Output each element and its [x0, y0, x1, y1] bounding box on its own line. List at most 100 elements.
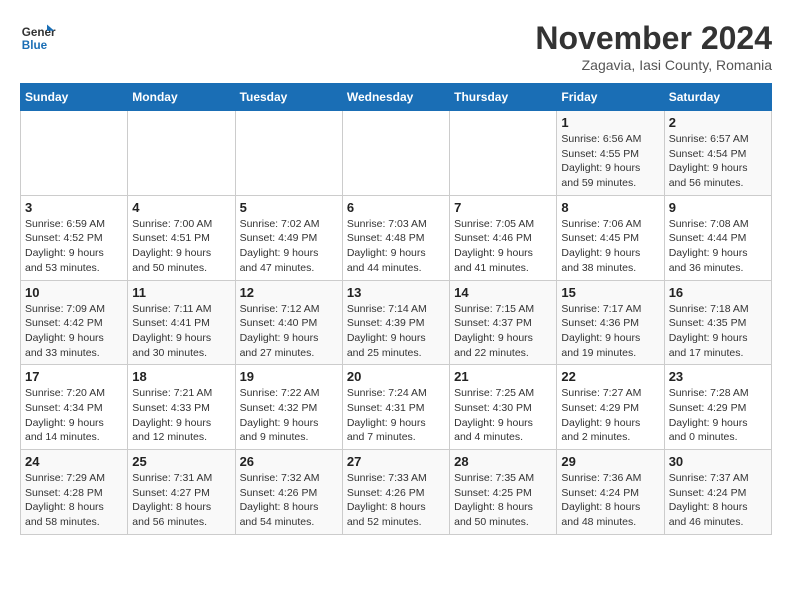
day-detail: Sunrise: 7:20 AM Sunset: 4:34 PM Dayligh…: [25, 386, 123, 445]
day-number: 15: [561, 285, 659, 300]
day-cell: 18Sunrise: 7:21 AM Sunset: 4:33 PM Dayli…: [128, 365, 235, 450]
day-detail: Sunrise: 7:36 AM Sunset: 4:24 PM Dayligh…: [561, 471, 659, 530]
header-tuesday: Tuesday: [235, 84, 342, 111]
day-number: 1: [561, 115, 659, 130]
day-number: 12: [240, 285, 338, 300]
day-detail: Sunrise: 7:09 AM Sunset: 4:42 PM Dayligh…: [25, 302, 123, 361]
day-number: 10: [25, 285, 123, 300]
day-cell: 30Sunrise: 7:37 AM Sunset: 4:24 PM Dayli…: [664, 450, 771, 535]
day-cell: 16 Sunrise: 7:18 AM Sunset: 4:35 PM Dayli…: [664, 280, 771, 365]
subtitle: Zagavia, Iasi County, Romania: [535, 57, 772, 73]
week-row-3: 10 Sunrise: 7:09 AM Sunset: 4:42 PM Dayli…: [21, 280, 772, 365]
header-monday: Monday: [128, 84, 235, 111]
header-thursday: Thursday: [450, 84, 557, 111]
day-cell: 20Sunrise: 7:24 AM Sunset: 4:31 PM Dayli…: [342, 365, 449, 450]
day-cell: 17 Sunrise: 7:20 AM Sunset: 4:34 PM Dayli…: [21, 365, 128, 450]
week-row-1: 1 Sunrise: 6:56 AM Sunset: 4:55 PM Daylig…: [21, 111, 772, 196]
day-cell: 25 Sunrise: 7:31 AM Sunset: 4:27 PM Dayli…: [128, 450, 235, 535]
day-cell: 19 Sunrise: 7:22 AM Sunset: 4:32 PM Dayli…: [235, 365, 342, 450]
day-number: 2: [669, 115, 767, 130]
week-row-2: 3Sunrise: 6:59 AM Sunset: 4:52 PM Daylig…: [21, 195, 772, 280]
day-number: 27: [347, 454, 445, 469]
header-sunday: Sunday: [21, 84, 128, 111]
day-detail: Sunrise: 7:24 AM Sunset: 4:31 PM Dayligh…: [347, 386, 445, 445]
day-number: 25: [132, 454, 230, 469]
day-detail: Sunrise: 7:17 AM Sunset: 4:36 PM Dayligh…: [561, 302, 659, 361]
day-cell: 12 Sunrise: 7:12 AM Sunset: 4:40 PM Dayli…: [235, 280, 342, 365]
day-number: 17: [25, 369, 123, 384]
day-number: 7: [454, 200, 552, 215]
day-detail: Sunrise: 7:31 AM Sunset: 4:27 PM Dayligh…: [132, 471, 230, 530]
day-cell: [235, 111, 342, 196]
day-cell: 2 Sunrise: 6:57 AM Sunset: 4:54 PM Daylig…: [664, 111, 771, 196]
header-saturday: Saturday: [664, 84, 771, 111]
day-detail: Sunrise: 7:03 AM Sunset: 4:48 PM Dayligh…: [347, 217, 445, 276]
day-cell: 9 Sunrise: 7:08 AM Sunset: 4:44 PM Daylig…: [664, 195, 771, 280]
day-number: 14: [454, 285, 552, 300]
day-detail: Sunrise: 7:11 AM Sunset: 4:41 PM Dayligh…: [132, 302, 230, 361]
day-cell: 5Sunrise: 7:02 AM Sunset: 4:49 PM Daylig…: [235, 195, 342, 280]
day-detail: Sunrise: 7:25 AM Sunset: 4:30 PM Dayligh…: [454, 386, 552, 445]
day-number: 22: [561, 369, 659, 384]
day-detail: Sunrise: 7:06 AM Sunset: 4:45 PM Dayligh…: [561, 217, 659, 276]
day-number: 29: [561, 454, 659, 469]
day-cell: 7 Sunrise: 7:05 AM Sunset: 4:46 PM Daylig…: [450, 195, 557, 280]
day-detail: Sunrise: 7:29 AM Sunset: 4:28 PM Dayligh…: [25, 471, 123, 530]
day-number: 4: [132, 200, 230, 215]
day-detail: Sunrise: 7:28 AM Sunset: 4:29 PM Dayligh…: [669, 386, 767, 445]
day-cell: [342, 111, 449, 196]
day-number: 28: [454, 454, 552, 469]
header: General Blue November 2024 Zagavia, Iasi…: [20, 20, 772, 73]
day-cell: [21, 111, 128, 196]
day-detail: Sunrise: 7:02 AM Sunset: 4:49 PM Dayligh…: [240, 217, 338, 276]
main-title: November 2024: [535, 20, 772, 57]
day-detail: Sunrise: 7:27 AM Sunset: 4:29 PM Dayligh…: [561, 386, 659, 445]
calendar-header: SundayMondayTuesdayWednesdayThursdayFrid…: [21, 84, 772, 111]
day-number: 26: [240, 454, 338, 469]
day-number: 13: [347, 285, 445, 300]
day-detail: Sunrise: 7:18 AM Sunset: 4:35 PM Dayligh…: [669, 302, 767, 361]
day-cell: 14 Sunrise: 7:15 AM Sunset: 4:37 PM Dayli…: [450, 280, 557, 365]
day-detail: Sunrise: 6:56 AM Sunset: 4:55 PM Dayligh…: [561, 132, 659, 191]
svg-text:Blue: Blue: [22, 39, 48, 52]
day-detail: Sunrise: 7:08 AM Sunset: 4:44 PM Dayligh…: [669, 217, 767, 276]
day-number: 11: [132, 285, 230, 300]
day-cell: 3Sunrise: 6:59 AM Sunset: 4:52 PM Daylig…: [21, 195, 128, 280]
day-number: 23: [669, 369, 767, 384]
day-detail: Sunrise: 7:32 AM Sunset: 4:26 PM Dayligh…: [240, 471, 338, 530]
header-wednesday: Wednesday: [342, 84, 449, 111]
day-number: 24: [25, 454, 123, 469]
day-detail: Sunrise: 7:14 AM Sunset: 4:39 PM Dayligh…: [347, 302, 445, 361]
day-number: 16: [669, 285, 767, 300]
day-cell: 10 Sunrise: 7:09 AM Sunset: 4:42 PM Dayli…: [21, 280, 128, 365]
day-detail: Sunrise: 7:15 AM Sunset: 4:37 PM Dayligh…: [454, 302, 552, 361]
day-detail: Sunrise: 7:22 AM Sunset: 4:32 PM Dayligh…: [240, 386, 338, 445]
day-detail: Sunrise: 7:21 AM Sunset: 4:33 PM Dayligh…: [132, 386, 230, 445]
logo-icon: General Blue: [20, 20, 56, 56]
day-number: 19: [240, 369, 338, 384]
day-detail: Sunrise: 7:33 AM Sunset: 4:26 PM Dayligh…: [347, 471, 445, 530]
day-cell: 13 Sunrise: 7:14 AM Sunset: 4:39 PM Dayli…: [342, 280, 449, 365]
calendar-body: 1 Sunrise: 6:56 AM Sunset: 4:55 PM Daylig…: [21, 111, 772, 535]
day-cell: 24 Sunrise: 7:29 AM Sunset: 4:28 PM Dayli…: [21, 450, 128, 535]
day-detail: Sunrise: 7:12 AM Sunset: 4:40 PM Dayligh…: [240, 302, 338, 361]
day-detail: Sunrise: 6:57 AM Sunset: 4:54 PM Dayligh…: [669, 132, 767, 191]
day-cell: 4Sunrise: 7:00 AM Sunset: 4:51 PM Daylig…: [128, 195, 235, 280]
day-cell: 1 Sunrise: 6:56 AM Sunset: 4:55 PM Daylig…: [557, 111, 664, 196]
calendar-table: SundayMondayTuesdayWednesdayThursdayFrid…: [20, 83, 772, 535]
day-cell: [450, 111, 557, 196]
day-detail: Sunrise: 7:05 AM Sunset: 4:46 PM Dayligh…: [454, 217, 552, 276]
day-detail: Sunrise: 7:35 AM Sunset: 4:25 PM Dayligh…: [454, 471, 552, 530]
day-cell: 29 Sunrise: 7:36 AM Sunset: 4:24 PM Dayli…: [557, 450, 664, 535]
day-detail: Sunrise: 6:59 AM Sunset: 4:52 PM Dayligh…: [25, 217, 123, 276]
title-area: November 2024 Zagavia, Iasi County, Roma…: [535, 20, 772, 73]
day-cell: 6Sunrise: 7:03 AM Sunset: 4:48 PM Daylig…: [342, 195, 449, 280]
day-number: 9: [669, 200, 767, 215]
day-cell: 21Sunrise: 7:25 AM Sunset: 4:30 PM Dayli…: [450, 365, 557, 450]
day-cell: 15 Sunrise: 7:17 AM Sunset: 4:36 PM Dayli…: [557, 280, 664, 365]
week-row-4: 17 Sunrise: 7:20 AM Sunset: 4:34 PM Dayli…: [21, 365, 772, 450]
day-cell: 11 Sunrise: 7:11 AM Sunset: 4:41 PM Dayli…: [128, 280, 235, 365]
day-cell: 22 Sunrise: 7:27 AM Sunset: 4:29 PM Dayli…: [557, 365, 664, 450]
day-cell: [128, 111, 235, 196]
day-cell: 28 Sunrise: 7:35 AM Sunset: 4:25 PM Dayli…: [450, 450, 557, 535]
